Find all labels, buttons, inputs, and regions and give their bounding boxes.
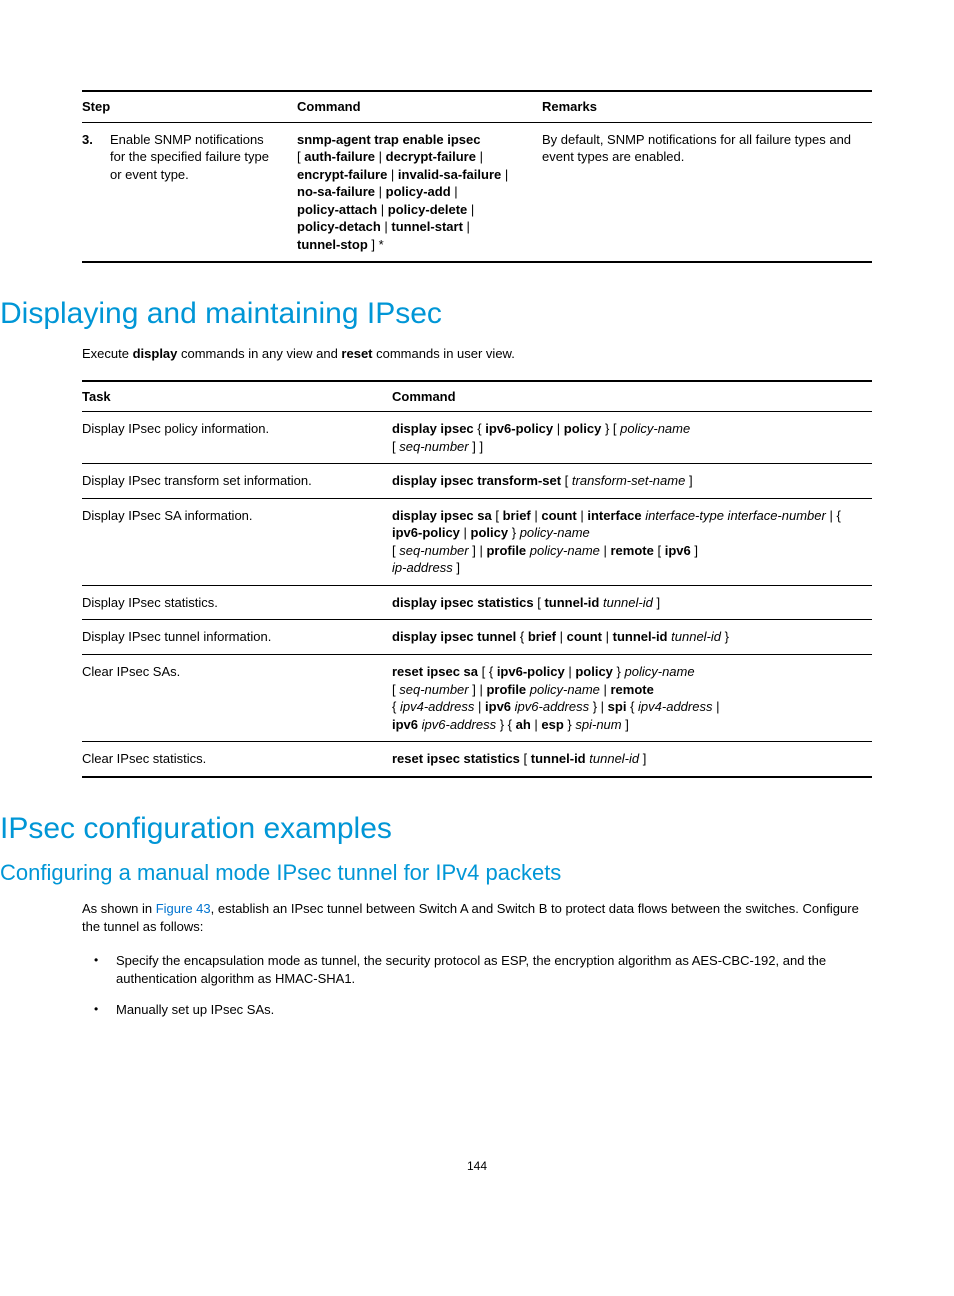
command-cell: display ipsec statistics [ tunnel-id tun… [392,585,872,620]
section-heading-examples: IPsec configuration examples [0,812,872,846]
command-cell: display ipsec { ipv6-policy | policy } [… [392,412,872,464]
page: Step Command Remarks 3.Enable SNMP notif… [0,0,954,1233]
snmp-table: Step Command Remarks 3.Enable SNMP notif… [82,90,872,263]
command-cell: display ipsec tunnel { brief | count | t… [392,620,872,655]
command-cell: reset ipsec statistics [ tunnel-id tunne… [392,742,872,777]
th-command: Command [297,91,542,122]
table-row: 3.Enable SNMP notifications for the spec… [82,122,872,262]
task-cell: Clear IPsec SAs. [82,655,392,742]
remarks-cell: By default, SNMP notifications for all f… [542,122,872,262]
table-row: Clear IPsec SAs. reset ipsec sa [ { ipv6… [82,655,872,742]
step-text: Enable SNMP notifications for the specif… [110,131,270,184]
intro-paragraph: Execute display commands in any view and… [82,345,872,363]
table-row: Display IPsec statistics. display ipsec … [82,585,872,620]
list-item: Manually set up IPsec SAs. [82,1001,872,1019]
table-row: Display IPsec tunnel information. displa… [82,620,872,655]
task-cell: Display IPsec transform set information. [82,464,392,499]
table-row: Display IPsec policy information. displa… [82,412,872,464]
display-commands-table: Task Command Display IPsec policy inform… [82,380,872,778]
bullet-list: Specify the encapsulation mode as tunnel… [82,952,872,1019]
task-cell: Display IPsec policy information. [82,412,392,464]
table-row: Display IPsec SA information. display ip… [82,498,872,585]
section-heading-displaying: Displaying and maintaining IPsec [0,297,872,331]
task-cell: Display IPsec statistics. [82,585,392,620]
step-number: 3. [82,131,110,149]
command-cell: snmp-agent trap enable ipsec [ auth-fail… [297,122,542,262]
th-task: Task [82,381,392,412]
command-cell: display ipsec sa [ brief | count | inter… [392,498,872,585]
example-paragraph: As shown in Figure 43, establish an IPse… [82,900,872,936]
th-step: Step [82,91,297,122]
section-subheading-manual-tunnel: Configuring a manual mode IPsec tunnel f… [0,860,872,886]
figure-link[interactable]: Figure 43 [156,901,211,916]
th-command: Command [392,381,872,412]
table-row: Display IPsec transform set information.… [82,464,872,499]
command-cell: display ipsec transform-set [ transform-… [392,464,872,499]
th-remarks: Remarks [542,91,872,122]
task-cell: Display IPsec SA information. [82,498,392,585]
page-number: 144 [82,1159,872,1173]
task-cell: Display IPsec tunnel information. [82,620,392,655]
list-item: Specify the encapsulation mode as tunnel… [82,952,872,988]
command-cell: reset ipsec sa [ { ipv6-policy | policy … [392,655,872,742]
task-cell: Clear IPsec statistics. [82,742,392,777]
table-row: Clear IPsec statistics. reset ipsec stat… [82,742,872,777]
